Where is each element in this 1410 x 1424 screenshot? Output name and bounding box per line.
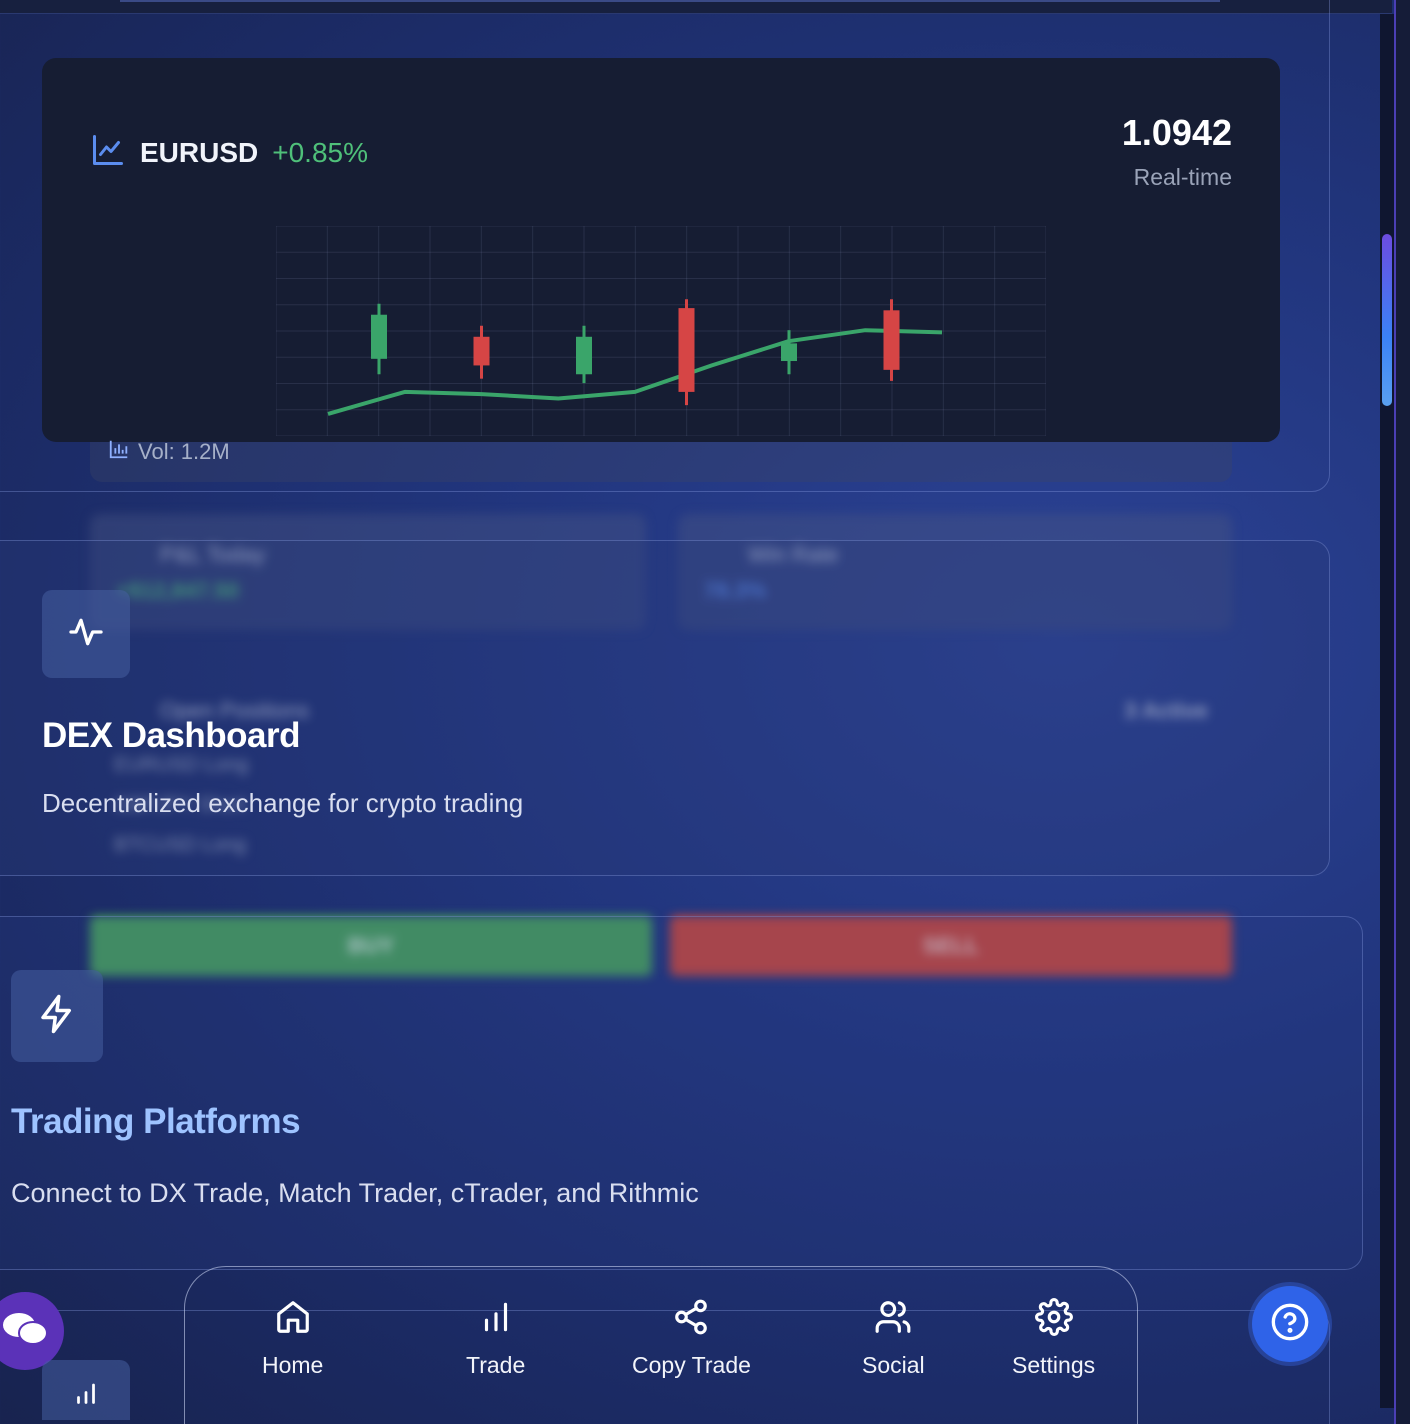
home-icon (274, 1298, 312, 1342)
trading-platforms-description: Connect to DX Trade, Match Trader, cTrad… (11, 1178, 699, 1208)
question-circle-icon (1270, 1302, 1310, 1347)
help-button[interactable] (1252, 1286, 1328, 1362)
dex-dashboard-card[interactable] (0, 540, 1330, 876)
ticker-price-caption: Real-time (1133, 164, 1232, 190)
volume-indicator: Vol: 1.2M (108, 438, 230, 466)
nav-settings-label: Settings (1012, 1352, 1096, 1378)
nav-copy-trade-label: Copy Trade (632, 1352, 751, 1378)
candle-body (883, 310, 900, 370)
lightning-icon (36, 993, 78, 1040)
ticker-header: EURUSD +0.85% (90, 132, 368, 173)
candle-body (473, 336, 490, 366)
bar-chart-icon (477, 1298, 515, 1342)
ticker-pair: EURUSD (140, 136, 259, 168)
candle-body (781, 343, 797, 362)
share-icon (672, 1298, 710, 1342)
nav-social-label: Social (862, 1352, 925, 1378)
nav-settings[interactable]: Settings (1012, 1298, 1095, 1379)
candle-body (678, 308, 695, 392)
nav-home-label: Home (262, 1352, 324, 1378)
nav-trade[interactable]: Trade (466, 1298, 525, 1379)
dex-icon-tile (42, 590, 130, 678)
dex-title: DEX Dashboard (42, 716, 301, 755)
nav-social[interactable]: Social (862, 1298, 925, 1379)
window-edge (1394, 0, 1410, 1424)
gear-icon (1034, 1298, 1073, 1342)
chat-bubbles-icon (1, 1309, 49, 1354)
line-chart-icon (90, 132, 126, 173)
scrollbar-thumb[interactable] (1382, 234, 1392, 406)
bar-chart-icon (71, 1375, 101, 1410)
nav-copy-trade[interactable]: Copy Trade (632, 1298, 751, 1379)
volume-bars-icon (108, 438, 130, 466)
candle-body (371, 314, 387, 359)
ticker-price: 1.0942 (1121, 112, 1232, 153)
nav-trade-label: Trade (466, 1352, 526, 1378)
trading-platforms-card[interactable] (0, 916, 1363, 1270)
nav-home[interactable]: Home (262, 1298, 323, 1379)
candle-body (576, 336, 592, 375)
volume-text: Vol: 1.2M (138, 439, 230, 464)
ticker-change: +0.85% (272, 136, 368, 168)
dex-description: Decentralized exchange for crypto tradin… (42, 788, 524, 818)
scrollbar-track[interactable] (1380, 14, 1394, 1408)
users-icon (874, 1298, 912, 1342)
trading-platforms-title: Trading Platforms (11, 1102, 301, 1141)
activity-icon (66, 612, 106, 657)
next-card-icon-tile (42, 1360, 130, 1420)
candlestick-chart (276, 226, 1046, 436)
trading-icon-tile (11, 970, 103, 1062)
